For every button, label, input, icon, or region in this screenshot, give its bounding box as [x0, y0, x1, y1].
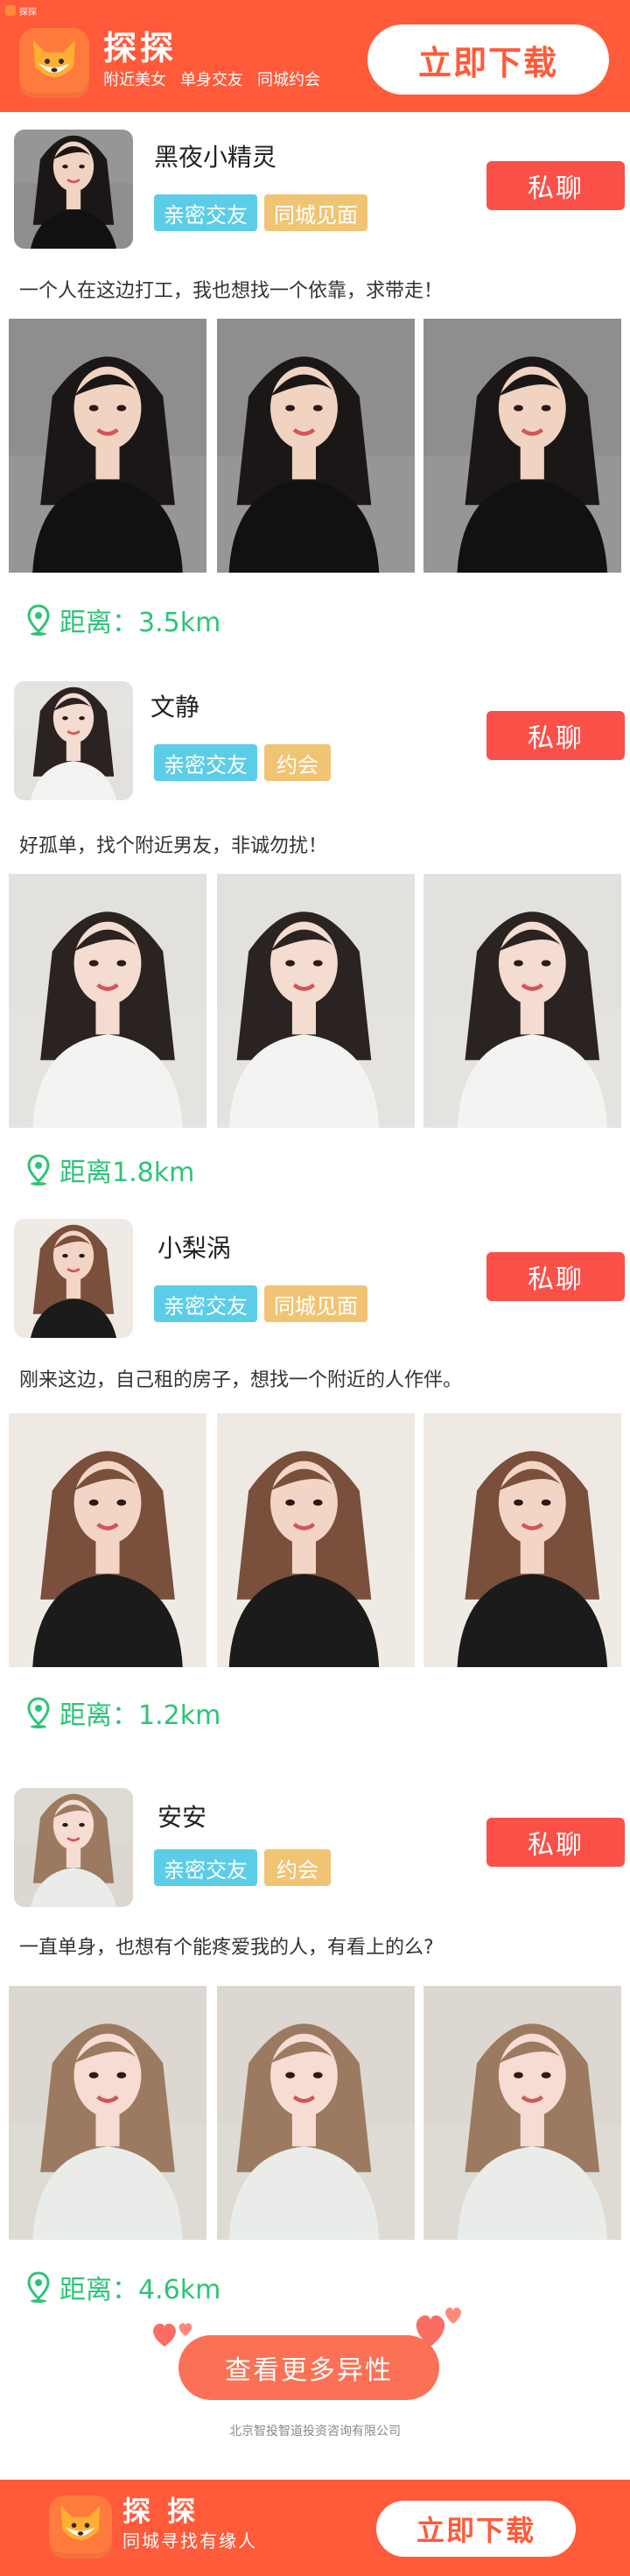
app-mini-icon	[5, 5, 16, 16]
private-message-button[interactable]: 私聊	[486, 161, 625, 210]
avatar[interactable]	[14, 1788, 133, 1907]
profile-photo[interactable]	[9, 319, 206, 573]
profile-photo[interactable]	[217, 1413, 415, 1667]
company-name: 北京智投智道投资咨询有限公司	[229, 2425, 401, 2439]
private-message-button[interactable]: 私聊	[486, 1818, 625, 1867]
avatar[interactable]	[14, 1219, 133, 1338]
profile-tag: 亲密交友	[154, 744, 257, 781]
profile-name: 黑夜小精灵	[154, 143, 277, 172]
location-pin-icon	[27, 1154, 50, 1186]
distance-row: 距离：1.2km	[26, 1693, 220, 1732]
distance-text: 距离：1.2km	[60, 1700, 221, 1731]
profile-tag: 同城见面	[264, 194, 368, 231]
bottom-slogan: 同城寻找有缘人	[122, 2530, 257, 2551]
profile-bio: 刚来这边，自己租的房子，想找一个附近的人作伴。	[19, 1369, 463, 1391]
profile-photo[interactable]	[424, 1986, 621, 2240]
distance-text: 距离：3.5km	[60, 608, 221, 638]
avatar[interactable]	[14, 681, 133, 800]
avatar[interactable]	[14, 130, 133, 249]
profile-photo[interactable]	[9, 1986, 206, 2240]
distance-row: 距离1.8km	[26, 1151, 194, 1189]
header-banner: 探探 附近美女 单身交友 同城约会 立即下载	[0, 21, 630, 112]
distance-text: 距离1.8km	[60, 1158, 195, 1188]
profile-tag: 亲密交友	[154, 1849, 257, 1886]
brand-tags: 附近美女 单身交友 同城约会	[103, 68, 320, 93]
profile-photo[interactable]	[217, 874, 415, 1128]
private-message-button[interactable]: 私聊	[486, 1252, 625, 1301]
distance-row: 距离：3.5km	[26, 601, 220, 639]
location-pin-icon	[27, 604, 50, 636]
profile-bio: 一直单身，也想有个能疼爱我的人，有看上的么?	[19, 1937, 434, 1959]
location-pin-icon	[27, 2271, 50, 2303]
profile-name: 安安	[158, 1803, 207, 1832]
fox-icon	[60, 2505, 101, 2540]
distance-row: 距离：4.6km	[26, 2268, 220, 2306]
view-more-button[interactable]: 查看更多异性	[178, 2335, 439, 2400]
profile-tag: 约会	[264, 1849, 331, 1886]
profile-card: 小梨涡亲密交友 同城见面 私聊刚来这边，自己租的房子，想找一个附近的人作伴。距离：1…	[0, 1207, 630, 1737]
profile-bio: 好孤单，找个附近男友，非诚勿扰！	[19, 835, 328, 857]
brand-tag: 附近美女	[103, 71, 166, 89]
profile-tag: 约会	[264, 744, 331, 781]
status-app-name: 探探	[19, 7, 37, 18]
download-button[interactable]: 立即下载	[368, 25, 609, 95]
profile-photo[interactable]	[9, 874, 206, 1128]
app-logo	[49, 2495, 112, 2558]
brand-name: 探探	[103, 29, 178, 67]
profile-tag: 亲密交友	[154, 1285, 257, 1322]
bottom-brand: 探 探 同城寻找有缘人	[122, 2494, 257, 2553]
profile-name: 文静	[150, 693, 200, 721]
profile-photo[interactable]	[217, 319, 415, 573]
brand-block: 探探 附近美女 单身交友 同城约会	[103, 28, 320, 93]
profile-card: 文静亲密交友 约会 私聊好孤单，找个附近男友，非诚勿扰！ 距离1.8km	[0, 664, 630, 1194]
private-message-button[interactable]: 私聊	[486, 711, 625, 760]
brand-tag: 单身交友	[180, 71, 243, 89]
location-pin-icon	[27, 1697, 50, 1728]
status-strip: 探探	[0, 0, 630, 21]
app-logo	[19, 28, 89, 98]
profile-tag: 亲密交友	[154, 194, 257, 231]
profile-tag: 同城见面	[264, 1285, 368, 1322]
profile-name: 小梨涡	[158, 1234, 232, 1263]
profile-photo[interactable]	[9, 1413, 206, 1667]
profile-photo[interactable]	[424, 874, 621, 1128]
profile-photo[interactable]	[424, 319, 621, 573]
distance-text: 距离：4.6km	[60, 2275, 221, 2305]
profile-photo[interactable]	[217, 1986, 415, 2240]
bottom-download-bar: 探 探 同城寻找有缘人 立即下载	[0, 2480, 630, 2576]
fox-icon	[33, 40, 75, 77]
bottom-download-button[interactable]: 立即下载	[376, 2501, 576, 2557]
profile-card: 安安亲密交友 约会 私聊一直单身，也想有个能疼爱我的人，有看上的么? 距离：4.6km	[0, 1748, 630, 2312]
profile-photo[interactable]	[424, 1413, 621, 1667]
profile-bio: 一个人在这边打工，我也想找一个依靠，求带走！	[19, 280, 444, 302]
brand-tag: 同城约会	[257, 71, 320, 89]
bottom-brand-name: 探 探	[122, 2495, 200, 2528]
profile-card: 黑夜小精灵亲密交友 同城见面 私聊一个人在这边打工，我也想找一个依靠，求带走！ 距离：…	[0, 112, 630, 644]
